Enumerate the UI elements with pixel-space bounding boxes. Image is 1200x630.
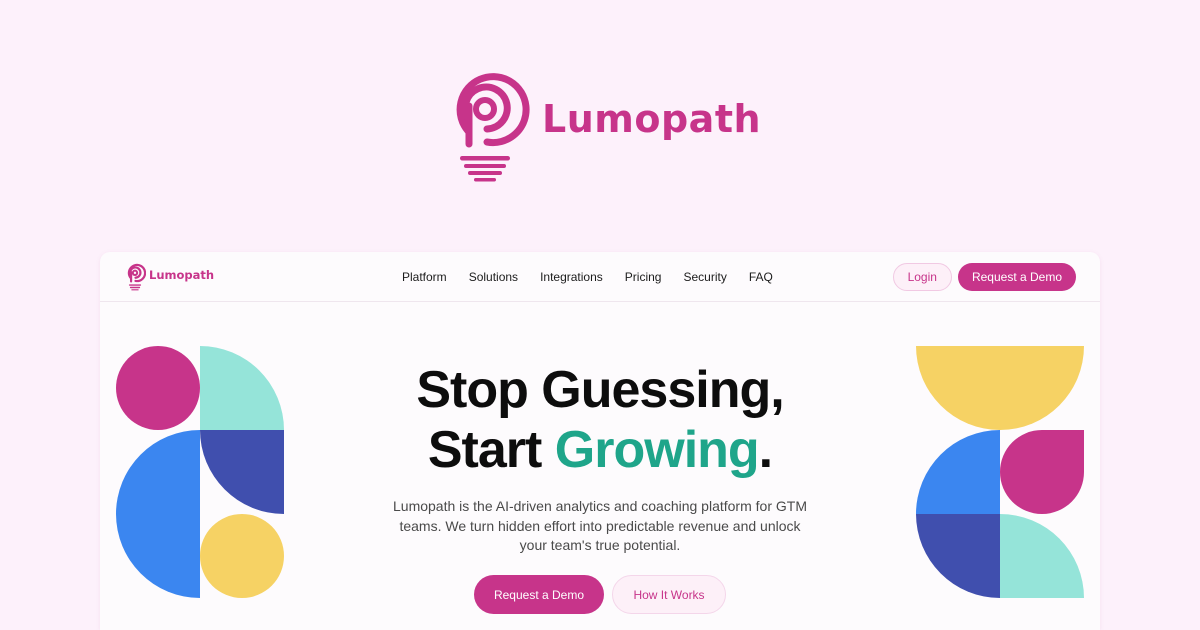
hero-brand: Lumopath xyxy=(440,66,761,182)
website-preview-card: Lumopath Platform Solutions Integrations… xyxy=(100,252,1100,630)
how-it-works-button[interactable]: How It Works xyxy=(612,575,726,614)
nav-link-pricing[interactable]: Pricing xyxy=(625,270,662,284)
nav-link-faq[interactable]: FAQ xyxy=(749,270,773,284)
navbar: Lumopath Platform Solutions Integrations… xyxy=(100,252,1100,302)
nav-link-integrations[interactable]: Integrations xyxy=(540,270,603,284)
hero-subtitle: Lumopath is the AI-driven analytics and … xyxy=(393,498,807,553)
nav-links: Platform Solutions Integrations Pricing … xyxy=(402,252,773,302)
headline-line-2-suffix: . xyxy=(758,421,773,479)
nav-brand-name: Lumopath xyxy=(149,267,215,282)
nav-actions: Login Request a Demo xyxy=(892,263,1076,291)
mint-quarter-shape xyxy=(1000,514,1084,598)
brand-name: Lumopath xyxy=(542,97,762,141)
login-button[interactable]: Login xyxy=(892,263,952,291)
nav-logo[interactable]: Lumopath xyxy=(124,262,214,291)
nav-link-platform[interactable]: Platform xyxy=(402,270,447,284)
hero-cta-row: Request a Demo How It Works xyxy=(474,575,726,614)
lightbulb-logo-icon xyxy=(127,263,146,291)
headline-accent-word: Growing xyxy=(554,421,760,479)
headline-line-1: Stop Guessing, xyxy=(416,361,784,419)
lightbulb-logo-icon xyxy=(456,73,530,182)
headline-line-2-prefix: Start xyxy=(427,421,555,479)
nav-link-security[interactable]: Security xyxy=(683,270,726,284)
request-demo-nav-button[interactable]: Request a Demo xyxy=(957,263,1076,291)
hero-headline: Stop Guessing, Start Growing. xyxy=(100,360,1100,480)
nav-link-solutions[interactable]: Solutions xyxy=(469,270,518,284)
request-demo-button[interactable]: Request a Demo xyxy=(474,575,604,614)
yellow-circle-shape xyxy=(200,514,284,598)
navy-quarter-shape xyxy=(916,514,1000,598)
